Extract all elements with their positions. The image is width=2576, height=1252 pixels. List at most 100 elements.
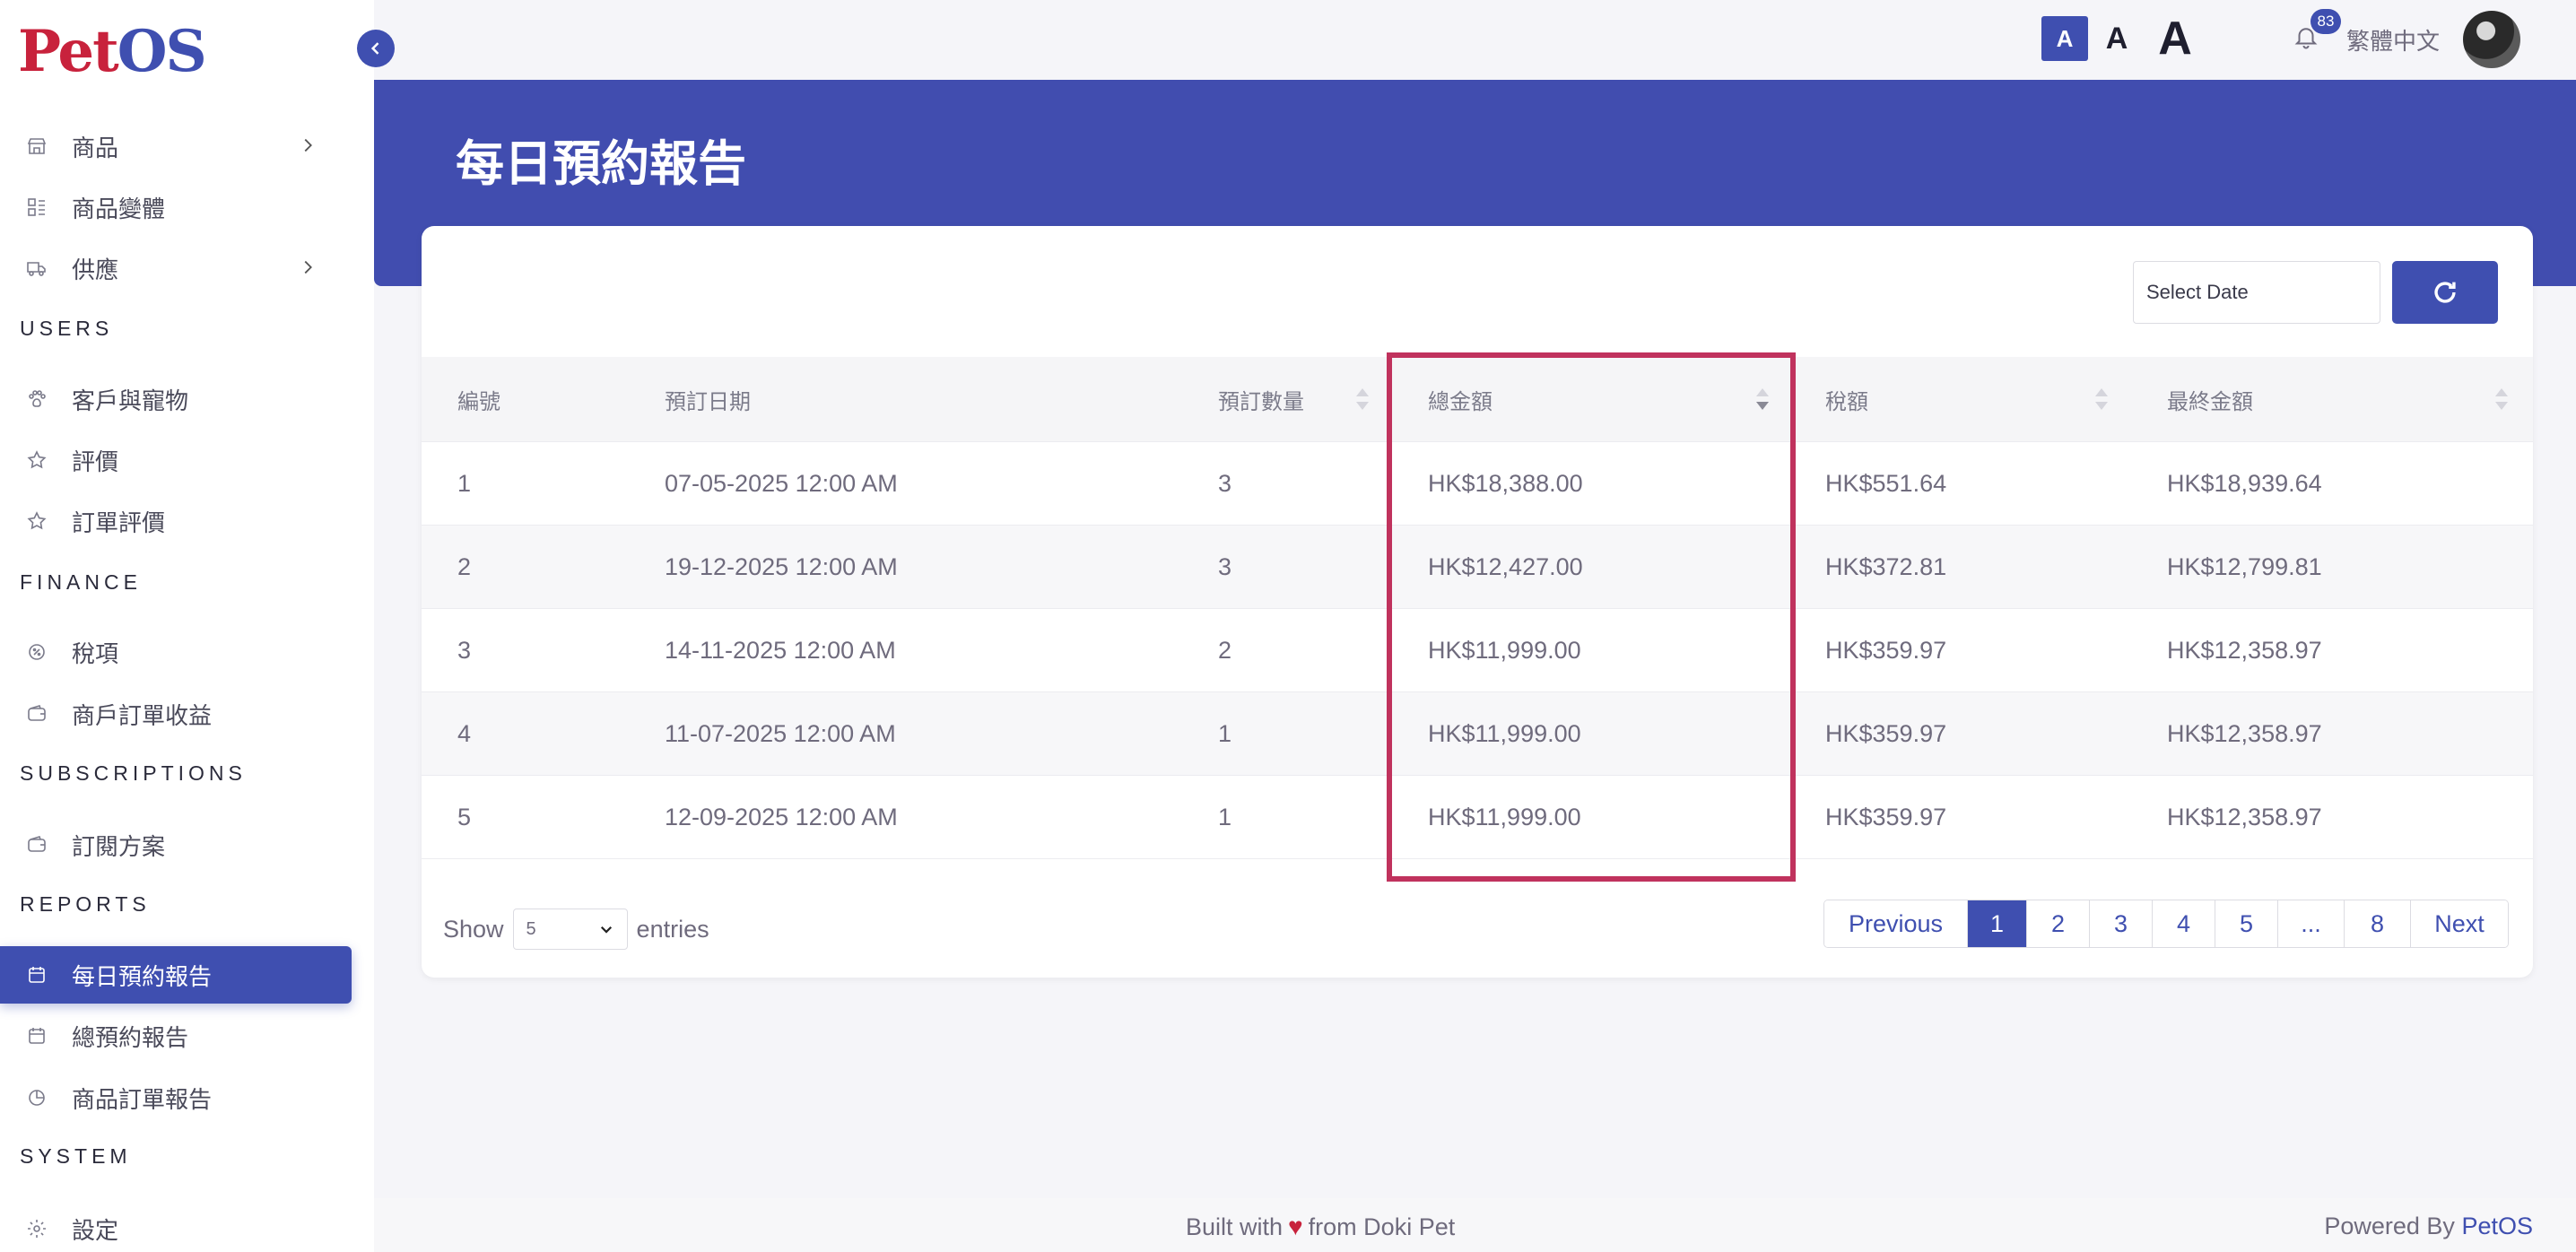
variants-icon: [25, 196, 48, 219]
column-highlight-box: [1387, 352, 1796, 882]
sort-icon[interactable]: [2495, 388, 2508, 410]
column-header-tax[interactable]: 稅額: [1825, 384, 1868, 415]
cell-final-amount: HK$12,358.97: [2167, 803, 2322, 830]
powered-prefix: Powered By: [2324, 1213, 2455, 1239]
date-picker-input[interactable]: Select Date: [2133, 261, 2380, 324]
pagination-page[interactable]: 1: [1968, 900, 2027, 947]
font-size-large-button[interactable]: A: [2151, 13, 2199, 65]
pagination-previous[interactable]: Previous: [1824, 900, 1968, 947]
font-size-small-button[interactable]: A: [2041, 16, 2088, 61]
entries-select[interactable]: 5: [512, 909, 628, 950]
section-subscriptions: SUBSCRIPTIONS: [20, 761, 247, 785]
cell-tax: HK$372.81: [1825, 552, 1947, 580]
powered-brand-link[interactable]: PetOS: [2461, 1213, 2533, 1239]
cell-booking-count: 3: [1218, 552, 1232, 580]
sidebar-item-settings[interactable]: 設定: [0, 1200, 352, 1252]
cell-id: 1: [457, 469, 472, 497]
cell-id: 3: [457, 636, 472, 664]
pagination-next[interactable]: Next: [2411, 900, 2508, 947]
star-icon: [25, 448, 48, 472]
sidebar-item-label: 供應: [72, 256, 119, 283]
sidebar-item-label: 商品變體: [72, 195, 166, 222]
cell-booking-count: 2: [1218, 636, 1232, 664]
sidebar-item-total-booking-report[interactable]: 總預約報告: [0, 1007, 352, 1065]
pagination-page[interactable]: 2: [2027, 900, 2090, 947]
cell-id: 2: [457, 552, 472, 580]
sidebar-item-variants[interactable]: 商品變體: [0, 178, 352, 236]
sidebar-item-product-order-report[interactable]: 商品訂單報告: [0, 1069, 352, 1126]
cell-final-amount: HK$18,939.64: [2167, 469, 2322, 497]
powered-by: Powered By PetOS: [2324, 1213, 2533, 1240]
chevron-right-icon: [304, 138, 312, 152]
sidebar-item-label: 商戶訂單收益: [72, 701, 213, 729]
sidebar-item-reviews[interactable]: 評價: [0, 431, 352, 489]
section-system: SYSTEM: [20, 1144, 132, 1168]
built-with-text: Built with ♥ from Doki Pet: [1186, 1213, 1455, 1241]
sidebar-item-label: 商品訂單報告: [72, 1085, 213, 1113]
pagination-page[interactable]: 3: [2090, 900, 2153, 947]
star-icon: [25, 509, 48, 533]
heart-icon: ♥: [1288, 1213, 1303, 1240]
sidebar-item-label: 評價: [72, 448, 119, 475]
show-label: Show: [443, 915, 504, 943]
column-header-booking-count[interactable]: 預訂數量: [1218, 384, 1304, 415]
sidebar-item-label: 客戶與寵物: [72, 387, 189, 414]
petos-logo[interactable]: Pet OS: [18, 18, 207, 85]
refresh-button[interactable]: [2392, 261, 2498, 324]
avatar[interactable]: [2463, 11, 2520, 68]
sidebar-item-subscription-plans[interactable]: 訂閱方案: [0, 816, 352, 874]
sort-icon[interactable]: [2095, 388, 2108, 410]
sidebar-item-label: 訂單評價: [72, 509, 166, 536]
section-users: USERS: [20, 317, 114, 340]
page-title: 每日預約報告: [456, 137, 746, 191]
sidebar-item-customers-pets[interactable]: 客戶與寵物: [0, 370, 352, 428]
cell-booking-count: 1: [1218, 803, 1232, 830]
wallet-icon: [25, 702, 48, 726]
pagination-page[interactable]: 8: [2345, 900, 2411, 947]
pagination-page[interactable]: 4: [2153, 900, 2215, 947]
sidebar-item-tax[interactable]: 稅項: [0, 623, 352, 681]
store-icon: [25, 135, 48, 158]
column-header-id[interactable]: 編號: [457, 384, 500, 415]
sidebar-collapse-button[interactable]: [357, 30, 395, 67]
tax-icon: [25, 640, 48, 664]
cell-booking-count: 3: [1218, 469, 1232, 497]
sidebar: Pet OS 商品 商品變體 供應 USERS 客戶與寵物 評價 訂單評價 FIN…: [0, 0, 374, 1252]
entries-control: Show 5 entries: [443, 909, 709, 950]
refresh-icon: [2434, 282, 2456, 303]
wallet-icon: [25, 833, 48, 856]
chevron-left-icon: [370, 42, 379, 55]
page-footer: [374, 1198, 2576, 1252]
sidebar-item-products[interactable]: 商品: [0, 117, 352, 175]
sidebar-item-order-reviews[interactable]: 訂單評價: [0, 492, 352, 550]
cell-tax: HK$551.64: [1825, 469, 1947, 497]
calendar-icon: [25, 963, 48, 987]
sort-icon[interactable]: [1356, 388, 1369, 410]
pagination: Previous 1 2 3 4 5 ... 8 Next: [1823, 900, 2509, 948]
pie-chart-icon: [25, 1086, 48, 1109]
cell-tax: HK$359.97: [1825, 803, 1947, 830]
sidebar-item-label: 稅項: [72, 639, 119, 667]
truck-icon: [25, 256, 48, 280]
cell-id: 5: [457, 803, 472, 830]
cell-final-amount: HK$12,358.97: [2167, 719, 2322, 747]
pagination-page[interactable]: 5: [2215, 900, 2278, 947]
cell-booking-date: 07-05-2025 12:00 AM: [665, 469, 898, 497]
font-size-medium-button[interactable]: A: [2099, 16, 2135, 61]
column-header-booking-date[interactable]: 預訂日期: [665, 384, 751, 415]
sidebar-item-supply[interactable]: 供應: [0, 239, 352, 297]
notification-badge: 83: [2311, 9, 2341, 34]
language-switcher[interactable]: 繁體中文: [2346, 23, 2440, 57]
sidebar-item-label: 訂閱方案: [72, 832, 166, 860]
cell-tax: HK$359.97: [1825, 636, 1947, 664]
sidebar-item-daily-booking-report[interactable]: 每日預約報告: [0, 946, 352, 1004]
built-prefix: Built with: [1186, 1213, 1284, 1240]
column-header-final-amount[interactable]: 最終金額: [2167, 384, 2253, 415]
cell-tax: HK$359.97: [1825, 719, 1947, 747]
built-suffix: from Doki Pet: [1308, 1213, 1456, 1240]
chevron-down-icon: [600, 926, 612, 934]
chevron-right-icon: [304, 260, 312, 274]
pagination-ellipsis: ...: [2278, 900, 2345, 947]
calendar-icon: [25, 1024, 48, 1048]
sidebar-item-merchant-revenue[interactable]: 商戶訂單收益: [0, 685, 352, 743]
